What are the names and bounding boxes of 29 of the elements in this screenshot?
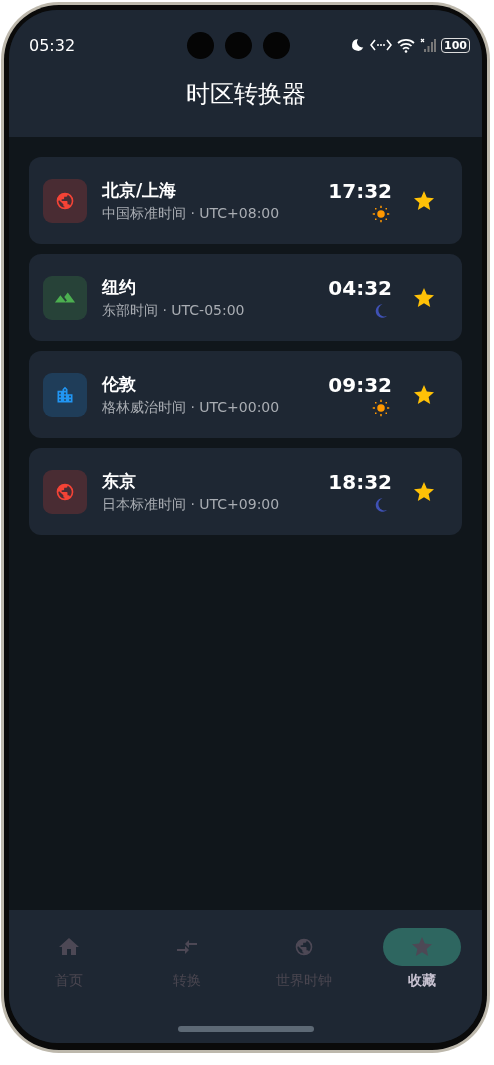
city-name: 伦敦 (102, 372, 137, 396)
timezone-label: 日本标准时间 · UTC+09:00 (102, 495, 281, 514)
camera-icon (186, 31, 214, 59)
city-name: 北京/上海 (102, 178, 178, 202)
sun-icon (372, 204, 390, 223)
city-time: 09:32 (328, 372, 392, 397)
camera-icon (262, 31, 290, 59)
sun-icon (372, 398, 390, 417)
city-time: 04:32 (328, 275, 392, 300)
camera-icon (224, 31, 252, 59)
moon-icon (351, 37, 366, 53)
code-icon (370, 38, 393, 52)
wifi-icon (397, 37, 416, 53)
signal-icon (420, 37, 437, 53)
timezone-label: 中国标准时间 · UTC+08:00 (102, 204, 281, 223)
app-title: 时区转换器 (184, 79, 307, 110)
city-name: 纽约 (102, 275, 137, 299)
timezone-label: 东部时间 · UTC-05:00 (102, 301, 246, 320)
battery-level: 100 (441, 37, 470, 53)
globe-icon (55, 481, 75, 502)
status-time: 05:32 (29, 35, 76, 55)
globe-icon (55, 190, 75, 211)
city-time: 17:32 (328, 178, 392, 203)
city-name: 东京 (102, 469, 137, 493)
timezone-label: 格林威治时间 · UTC+00:00 (102, 398, 281, 417)
globe-icon (294, 937, 315, 957)
buildings-icon (55, 384, 75, 405)
city-time: 18:32 (328, 469, 392, 494)
star-icon (409, 935, 434, 959)
